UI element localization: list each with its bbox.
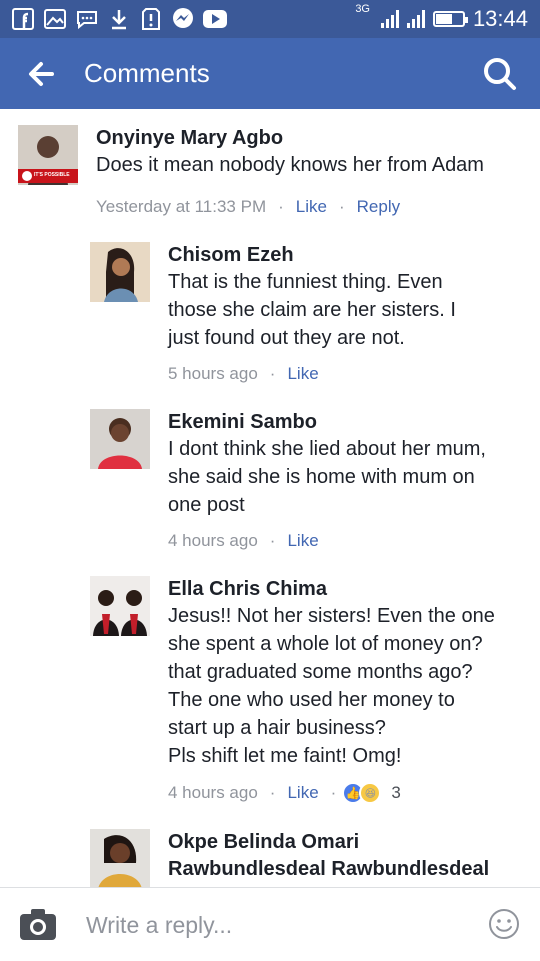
camera-button[interactable] <box>18 906 58 942</box>
separator-dot: · <box>269 783 276 802</box>
comment-meta: Yesterday at 11:33 PM · Like · Reply <box>96 197 484 217</box>
back-button[interactable] <box>22 54 62 94</box>
messenger-icon <box>170 6 196 32</box>
separator-dot: · <box>278 197 284 216</box>
comment-author[interactable]: Onyinye Mary Agbo <box>96 125 484 151</box>
comment-text: I dont think she lied about her mum, she… <box>168 438 486 516</box>
avatar[interactable] <box>90 409 150 469</box>
status-bar: 3G 13:44 <box>0 0 540 38</box>
like-button[interactable]: Like <box>287 531 318 551</box>
emoji-button[interactable] <box>488 908 520 940</box>
app-bar: Comments <box>0 38 540 109</box>
status-time: 13:44 <box>472 6 528 31</box>
reply-input[interactable] <box>84 906 468 944</box>
avatar[interactable]: IT'S POSSIBLE <box>18 125 78 185</box>
gallery-icon <box>42 6 68 32</box>
signal-icon <box>380 10 399 28</box>
comment-item: Ella Chris Chima Jesus!! Not her sisters… <box>90 576 495 804</box>
comment-list: IT'S POSSIBLE Onyinye Mary Agbo Does it … <box>0 109 540 887</box>
signal-icon-2 <box>406 10 425 28</box>
separator-dot: · <box>269 364 276 383</box>
haha-reaction-icon: 😆 <box>359 782 382 804</box>
notification-icons <box>10 6 228 32</box>
alert-icon <box>138 6 164 32</box>
battery-icon <box>432 11 468 27</box>
arrow-left-icon <box>29 62 54 86</box>
avatar[interactable] <box>90 576 150 636</box>
separator-dot: · <box>330 783 337 802</box>
comment-meta: 5 hours ago · Like <box>168 364 456 384</box>
comment-time[interactable]: 4 hours ago <box>168 531 258 551</box>
comment-item: Okpe Belinda Omari Rawbundlesdeal Rawbun… <box>90 829 489 887</box>
messages-icon <box>74 6 100 32</box>
avatar-badge-text: IT'S POSSIBLE <box>34 172 70 178</box>
youtube-icon <box>202 6 228 32</box>
comment-meta: 4 hours ago · Like <box>168 531 486 551</box>
separator-dot: · <box>269 531 276 550</box>
comment-author[interactable]: Ella Chris Chima <box>168 576 495 602</box>
like-button[interactable]: Like <box>296 197 327 217</box>
like-button[interactable]: Like <box>287 364 318 384</box>
download-icon <box>106 6 132 32</box>
search-button[interactable] <box>480 54 520 94</box>
comment-item: Chisom Ezeh That is the funniest thing. … <box>90 242 456 384</box>
like-button[interactable]: Like <box>287 783 318 803</box>
facebook-icon <box>10 6 36 32</box>
comment-text: Does it mean nobody knows her from Adam <box>96 154 484 176</box>
reply-bar <box>0 887 540 961</box>
comment-text: Jesus!! Not her sisters! Even the one sh… <box>168 605 495 767</box>
camera-icon <box>20 909 56 940</box>
comment-text: Rawbundlesdeal Rawbundlesdeal <box>168 858 490 880</box>
avatar[interactable] <box>90 829 150 887</box>
network-type: 3G <box>355 3 370 15</box>
comment-text: That is the funniest thing. Even those s… <box>168 271 456 349</box>
comment-time[interactable]: 4 hours ago <box>168 783 258 803</box>
comment-author[interactable]: Ekemini Sambo <box>168 409 486 435</box>
separator-dot: · <box>338 197 345 216</box>
emoji-icon <box>489 909 519 939</box>
reply-button[interactable]: Reply <box>357 197 400 217</box>
comment-time[interactable]: 5 hours ago <box>168 364 258 384</box>
comment-meta: 4 hours ago · Like · 👍 😆 3 <box>168 782 495 804</box>
avatar[interactable] <box>90 242 150 302</box>
comment-author[interactable]: Okpe Belinda Omari <box>168 829 489 855</box>
comment-time[interactable]: Yesterday at 11:33 PM <box>96 197 266 217</box>
search-icon <box>484 58 516 90</box>
reactions[interactable]: 👍 😆 3 <box>342 782 401 804</box>
page-title: Comments <box>84 58 210 88</box>
comment-author[interactable]: Chisom Ezeh <box>168 242 456 268</box>
comment-item: IT'S POSSIBLE Onyinye Mary Agbo Does it … <box>18 125 484 217</box>
comment-item: Ekemini Sambo I dont think she lied abou… <box>90 409 486 551</box>
reaction-count: 3 <box>391 783 401 802</box>
